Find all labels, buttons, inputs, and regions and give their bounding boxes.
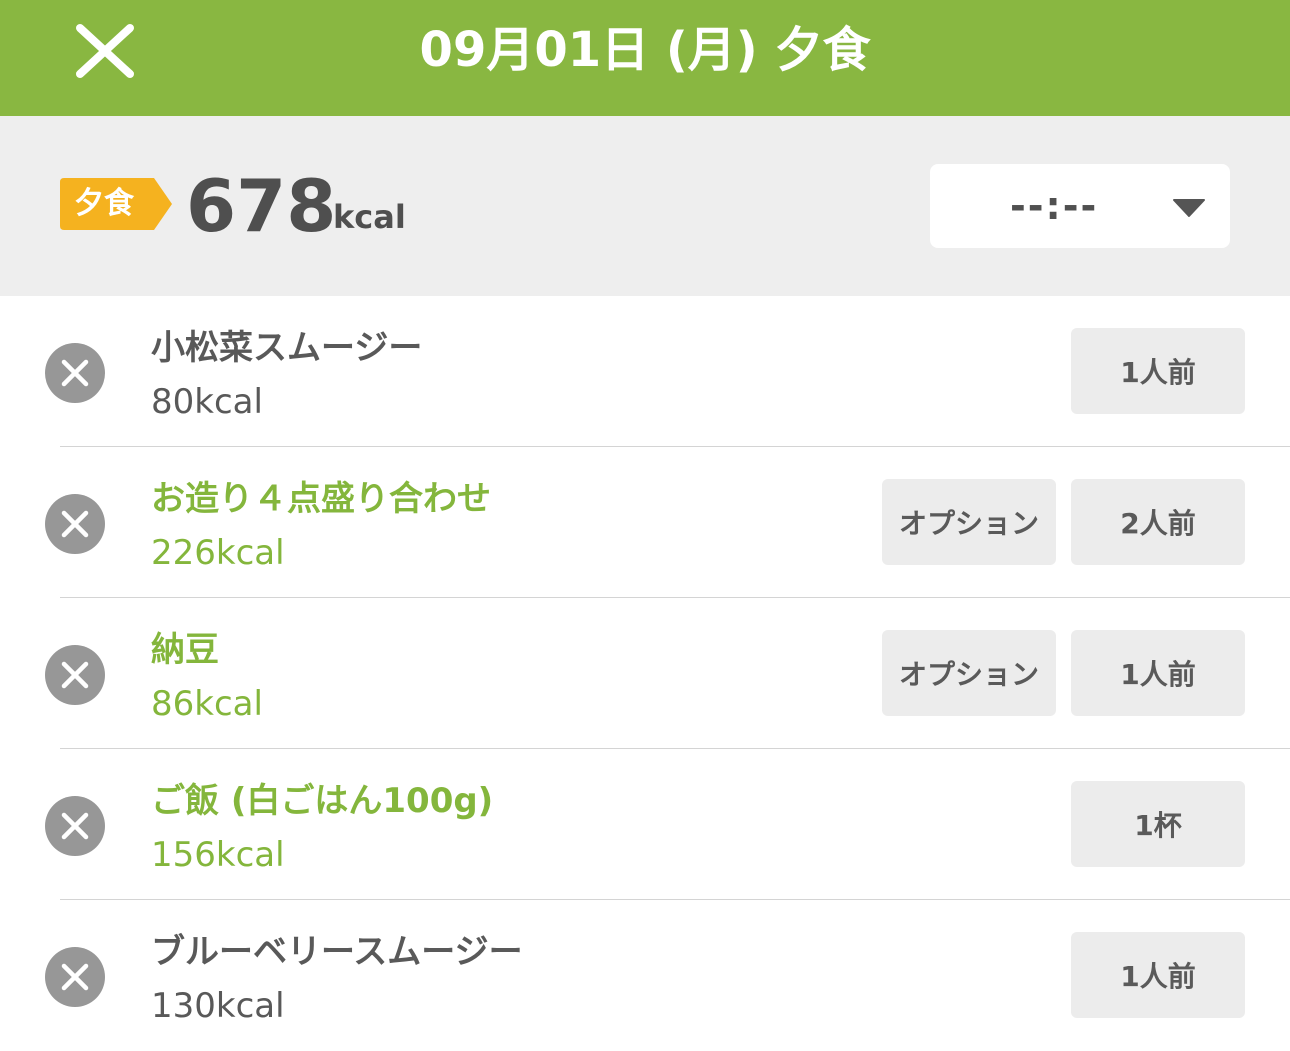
chevron-down-icon	[1173, 199, 1205, 217]
portion-button[interactable]: 1人前	[1071, 630, 1245, 716]
food-calories: 86kcal	[151, 684, 263, 724]
top-bar: 09月01日 (月) 夕食	[0, 0, 1290, 116]
food-list: 小松菜スムージー 80kcal 1人前 お造り４点盛り合わせ 226kcal オ…	[0, 296, 1290, 1051]
food-name[interactable]: ご飯 (白ごはん100g)	[151, 779, 493, 823]
remove-item-icon[interactable]	[45, 645, 105, 705]
remove-item-icon[interactable]	[45, 796, 105, 856]
food-calories: 156kcal	[151, 835, 285, 875]
portion-button[interactable]: 1杯	[1071, 781, 1245, 867]
food-name[interactable]: ブルーベリースムージー	[151, 930, 523, 974]
remove-item-icon[interactable]	[45, 494, 105, 554]
food-name[interactable]: 納豆	[151, 628, 219, 672]
meal-time-select[interactable]: --:--	[930, 164, 1230, 248]
food-row: 小松菜スムージー 80kcal 1人前	[0, 296, 1290, 447]
remove-item-icon[interactable]	[45, 947, 105, 1007]
food-name[interactable]: お造り４点盛り合わせ	[151, 477, 491, 521]
meal-summary: 夕食 678 kcal --:--	[0, 116, 1290, 296]
food-calories: 80kcal	[151, 382, 263, 422]
portion-button[interactable]: 1人前	[1071, 328, 1245, 414]
remove-item-icon[interactable]	[45, 343, 105, 403]
meal-type-label: 夕食	[74, 186, 134, 221]
food-calories: 226kcal	[151, 533, 285, 573]
food-row: 納豆 86kcal オプション 1人前	[0, 598, 1290, 749]
food-name[interactable]: 小松菜スムージー	[151, 326, 422, 370]
calorie-unit: kcal	[333, 198, 406, 236]
option-button[interactable]: オプション	[882, 479, 1056, 565]
food-row: お造り４点盛り合わせ 226kcal オプション 2人前	[0, 447, 1290, 598]
option-button[interactable]: オプション	[882, 630, 1056, 716]
food-row: ご飯 (白ごはん100g) 156kcal 1杯	[0, 749, 1290, 900]
food-calories: 130kcal	[151, 986, 285, 1026]
page-title: 09月01日 (月) 夕食	[419, 22, 871, 78]
portion-button[interactable]: 2人前	[1071, 479, 1245, 565]
food-row: ブルーベリースムージー 130kcal 1人前	[0, 900, 1290, 1051]
meal-type-badge: 夕食	[60, 178, 172, 230]
portion-button[interactable]: 1人前	[1071, 932, 1245, 1018]
meal-time-value: --:--	[1010, 184, 1099, 228]
total-calories: 678	[186, 164, 337, 248]
